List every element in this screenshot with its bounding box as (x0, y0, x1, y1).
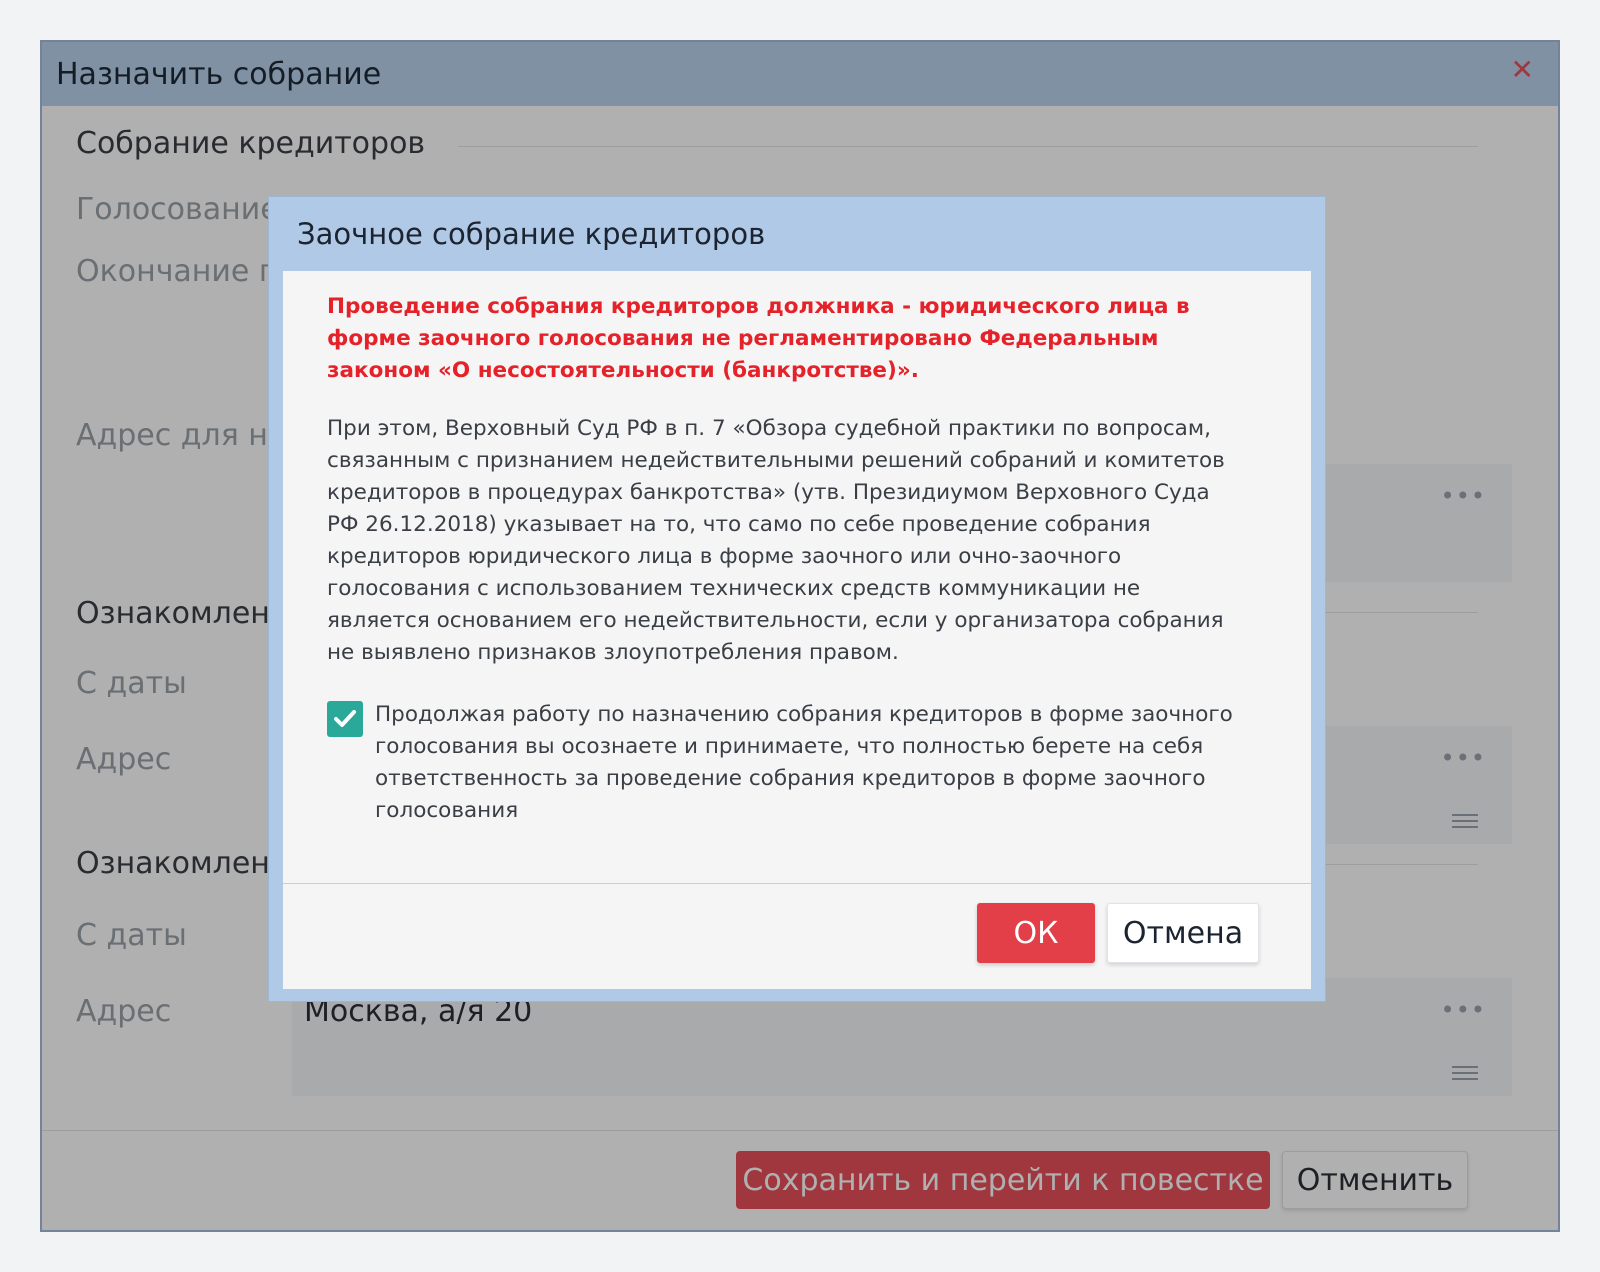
check-icon (334, 710, 356, 727)
modal-titlebar: Заочное собрание кредиторов (269, 197, 1325, 271)
acknowledge-checkbox[interactable] (327, 701, 363, 737)
acknowledge-label[interactable]: Продолжая работу по назначению собрания … (375, 699, 1255, 827)
ok-button[interactable]: ОК (977, 903, 1095, 963)
absentee-meeting-modal: Заочное собрание кредиторов Проведение с… (268, 196, 1326, 1002)
modal-title: Заочное собрание кредиторов (297, 217, 766, 251)
modal-cancel-button[interactable]: Отмена (1107, 903, 1259, 963)
body-message: При этом, Верховный Суд РФ в п. 7 «Обзор… (327, 416, 1225, 665)
modal-content: Проведение собрания кредиторов должника … (283, 271, 1311, 989)
footer-divider (283, 883, 1311, 884)
warning-message: Проведение собрания кредиторов должника … (327, 294, 1190, 383)
